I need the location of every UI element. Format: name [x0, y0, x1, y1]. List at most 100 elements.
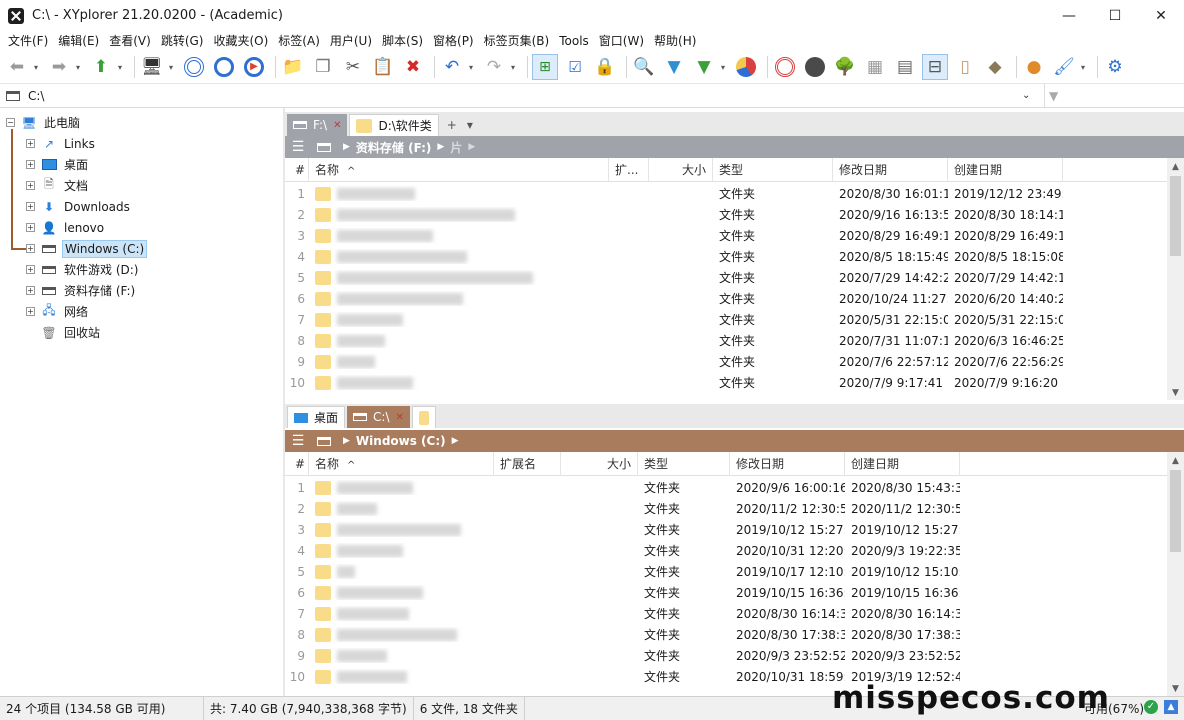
expand-icon[interactable]: + [26, 181, 35, 190]
column-type[interactable]: 类型 [638, 451, 730, 476]
list-item[interactable]: 3 文件夹 2020/8/29 16:49:14 2020/8/29 16:49:14 [285, 225, 1167, 246]
menu-tools[interactable]: Tools [555, 31, 593, 51]
breadcrumb-drive-c[interactable]: Windows (C:) [356, 434, 446, 448]
back-arrow-icon[interactable]: ⬅ [4, 54, 30, 80]
list-item[interactable]: 5 文件夹 2020/7/29 14:42:25 2020/7/29 14:42:16 [285, 267, 1167, 288]
find-location-icon[interactable] [211, 54, 237, 80]
menu-view[interactable]: 查看(V) [105, 31, 155, 51]
list-item[interactable]: 9 文件夹 2020/9/3 23:52:52 2020/9/3 23:52:52 [285, 645, 1167, 666]
tree-item-this-pc[interactable]: − 🖥 此电脑 [6, 112, 82, 133]
column-name[interactable]: 名称 ^ [309, 451, 494, 476]
undo-icon[interactable]: ↶ [439, 54, 465, 80]
tree-icon[interactable]: 🌳 [832, 54, 858, 80]
list-item[interactable]: 6文件夹2020/10/24 11:27:472020/6/20 14:40:2… [285, 288, 1167, 309]
tree-item-desktop[interactable]: + 桌面 [26, 154, 90, 175]
list-item[interactable]: 2 文件夹 2020/11/2 12:30:53 2020/11/2 12:30:53 [285, 498, 1167, 519]
column-name[interactable]: 名称 ^ [309, 157, 609, 182]
breadcrumb-separator-icon[interactable]: ▶ [437, 142, 444, 152]
new-tab-button[interactable]: + [441, 114, 463, 136]
copy-icon[interactable]: ❐ [310, 54, 336, 80]
tab-folder[interactable] [411, 406, 436, 428]
pane-2-scrollbar[interactable]: ▲ ▼ [1167, 452, 1184, 696]
gear-icon[interactable]: ⚙ [1102, 54, 1128, 80]
column-extension[interactable]: 扩... [609, 157, 649, 182]
expand-icon[interactable]: + [26, 307, 35, 316]
scroll-up-arrow-icon[interactable]: ▲ [1167, 456, 1184, 466]
list-item[interactable]: 2 文件夹 2020/9/16 16:13:59 2020/8/30 18:14:12 [285, 204, 1167, 225]
menu-favorites[interactable]: 收藏夹(O) [209, 31, 272, 51]
breadcrumb-separator-icon[interactable]: ▶ [468, 142, 475, 152]
list-item[interactable]: 7 文件夹 2020/5/31 22:15:05 2020/5/31 22:15:05 [285, 309, 1167, 330]
breadcrumb-drive-f[interactable]: 资料存储 (F:) [356, 139, 432, 156]
minimize-button[interactable]: — [1046, 0, 1092, 31]
address-dropdown-icon[interactable]: ⌄ [1022, 90, 1030, 101]
expand-icon[interactable]: + [26, 160, 35, 169]
menu-help[interactable]: 帮助(H) [650, 31, 700, 51]
target-icon[interactable] [181, 54, 207, 80]
list-item[interactable]: 10 文件夹 2020/7/9 9:17:41 2020/7/9 9:16:20 [285, 372, 1167, 393]
upload-icon[interactable]: ▲ [1164, 700, 1178, 714]
expand-icon[interactable]: + [26, 223, 35, 232]
tag-icon[interactable]: ◆ [982, 54, 1008, 80]
column-created[interactable]: 创建日期 [845, 451, 960, 476]
expand-icon[interactable]: + [26, 265, 35, 274]
computer-icon[interactable]: 🖥 [139, 54, 165, 80]
brush-dropdown-icon[interactable]: ▾ [1081, 63, 1089, 72]
xyplorer-app-icon[interactable] [8, 7, 24, 24]
filter-icon[interactable]: ▼ [661, 54, 687, 80]
breadcrumb-separator-icon[interactable]: ▶ [452, 436, 459, 446]
dark-mode-icon[interactable] [802, 54, 828, 80]
tree-item-drive-f[interactable]: + 资料存储 (F:) [26, 280, 137, 301]
up-dropdown-icon[interactable]: ▾ [118, 63, 126, 72]
new-folder-icon[interactable]: 📁 [280, 54, 306, 80]
menu-panes[interactable]: 窗格(P) [429, 31, 478, 51]
hamburger-menu-icon[interactable]: ☰ [285, 139, 311, 155]
pane-1-scrollbar[interactable]: ▲ ▼ [1167, 158, 1184, 400]
expand-icon[interactable]: + [26, 202, 35, 211]
tab-desktop[interactable]: 桌面 [287, 406, 346, 428]
search-icon[interactable]: 🔍 [631, 54, 657, 80]
menu-tags[interactable]: 标签(A) [274, 31, 324, 51]
tree-item-documents[interactable]: + 🗎 文档 [26, 175, 90, 196]
list-item[interactable]: 8 文件夹 2020/8/30 17:38:34 2020/8/30 17:38:34 [285, 624, 1167, 645]
spiral-icon[interactable] [772, 54, 798, 80]
tree-item-windows-c[interactable]: + Windows (C:) [26, 238, 148, 259]
maximize-button[interactable]: ☐ [1092, 0, 1138, 31]
expand-icon[interactable]: + [26, 139, 35, 148]
cut-icon[interactable]: ✂ [340, 54, 366, 80]
column-type[interactable]: 类型 [713, 157, 833, 182]
go-icon[interactable]: ▶ [241, 54, 267, 80]
color-filter-icon[interactable] [733, 54, 759, 80]
menu-edit[interactable]: 编辑(E) [54, 31, 103, 51]
column-number[interactable]: # [285, 157, 309, 182]
scrollbar-thumb[interactable] [1170, 176, 1181, 256]
breadcrumb-folder[interactable]: 片 [450, 139, 462, 156]
menu-scripting[interactable]: 脚本(S) [378, 31, 427, 51]
visual-filter-dropdown-icon[interactable]: ▾ [721, 63, 729, 72]
list-item[interactable]: 4文件夹2020/10/31 12:20:252020/9/3 19:22:35 [285, 540, 1167, 561]
forward-dropdown-icon[interactable]: ▾ [76, 63, 84, 72]
expand-icon[interactable]: + [26, 244, 35, 253]
list-item[interactable]: 6文件夹2019/10/15 16:36:242019/10/15 16:36:… [285, 582, 1167, 603]
tab-d-software[interactable]: D:\软件类 [349, 114, 439, 136]
tree-item-lenovo[interactable]: + 👤 lenovo [26, 217, 106, 238]
redo-icon[interactable]: ↷ [481, 54, 507, 80]
scroll-down-arrow-icon[interactable]: ▼ [1167, 388, 1184, 398]
menu-go[interactable]: 跳转(G) [157, 31, 208, 51]
details-view-icon[interactable]: ▤ [892, 54, 918, 80]
menu-file[interactable]: 文件(F) [4, 31, 52, 51]
close-tab-icon[interactable]: ✕ [333, 120, 341, 131]
preview-icon[interactable]: ▯ [952, 54, 978, 80]
close-tab-icon[interactable]: ✕ [395, 412, 403, 423]
tree-item-links[interactable]: + ↗ Links [26, 133, 97, 154]
list-item[interactable]: 5文件夹2019/10/17 12:10:292019/10/12 15:10:… [285, 561, 1167, 582]
undo-dropdown-icon[interactable]: ▾ [469, 63, 477, 72]
column-extension[interactable]: 扩展名 [494, 451, 561, 476]
list-item[interactable]: 8 文件夹 2020/7/31 11:07:11 2020/6/3 16:46:25 [285, 330, 1167, 351]
menu-tabsets[interactable]: 标签页集(B) [480, 31, 554, 51]
collapse-icon[interactable]: − [6, 118, 15, 127]
expand-icon[interactable]: + [26, 286, 35, 295]
live-filter-box[interactable]: ▼ [1044, 83, 1184, 108]
list-item[interactable]: 1文件夹2020/8/30 16:01:112019/12/12 23:49:0… [285, 183, 1167, 204]
list-item[interactable]: 9 文件夹 2020/7/6 22:57:12 2020/7/6 22:56:29 [285, 351, 1167, 372]
